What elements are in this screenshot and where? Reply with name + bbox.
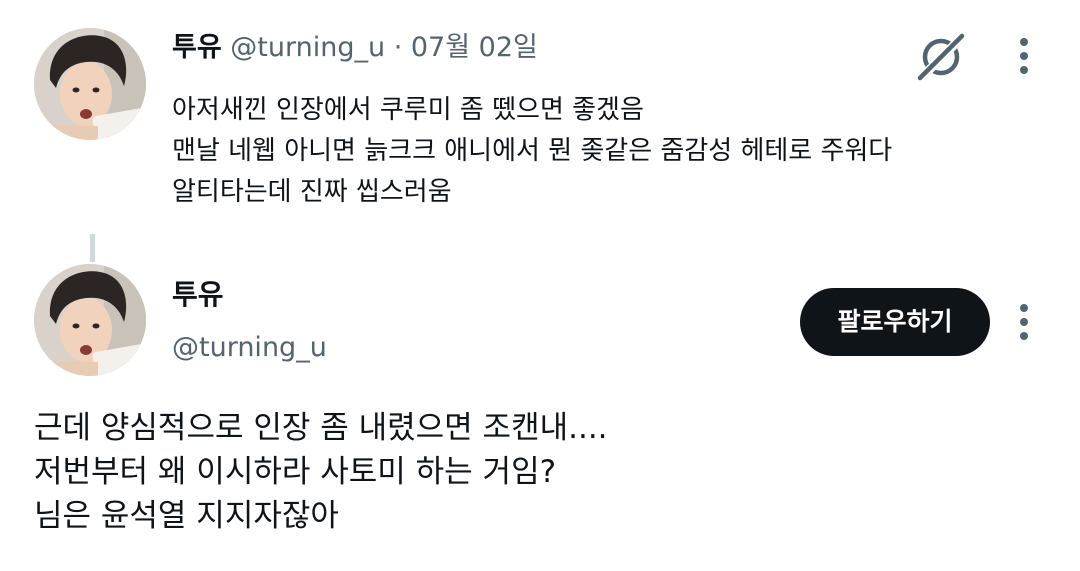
tweet-date[interactable]: 07월 02일: [411, 32, 538, 63]
display-name[interactable]: 투유: [172, 276, 224, 314]
tweet-text-line: 근데 양심적으로 인장 좀 내렸으면 조캔내....: [34, 410, 608, 446]
more-options-icon[interactable]: [1018, 38, 1030, 78]
separator-dot: ·: [393, 32, 403, 63]
avatar-image: [34, 28, 146, 140]
tweet-text-line: 알티타는데 진짜 씹스러움: [172, 177, 452, 207]
follow-button[interactable]: 팔로우하기: [800, 288, 990, 356]
avatar[interactable]: [34, 264, 146, 376]
tweet-text-line: 맨날 네웹 아니면 늙크크 애니에서 뭔 좆같은 줌감성 헤테로 주워다: [172, 136, 893, 166]
display-name[interactable]: 투유: [172, 32, 222, 63]
user-handle[interactable]: @turning_u: [230, 32, 385, 63]
thread-connector-line: [90, 234, 95, 262]
tweet1-text: 아저새낀 인장에서 쿠루미 좀 뗐으면 좋겠음 맨날 네웹 아니면 늙크크 애니…: [172, 90, 892, 213]
tweet2-text: 근데 양심적으로 인장 좀 내렸으면 조캔내.... 저번부터 왜 이시하라 사…: [34, 406, 608, 538]
tweet-text-line: 님은 윤석열 지지자잖아: [34, 498, 339, 534]
more-options-icon[interactable]: [1018, 304, 1030, 344]
tweet1-header: 투유 @turning_u · 07월 02일: [172, 30, 538, 66]
tweet-thread: 투유 @turning_u · 07월 02일 아저새낀 인장에서 쿠루미 좀 …: [0, 0, 1080, 571]
user-handle[interactable]: @turning_u: [172, 330, 327, 366]
grok-icon[interactable]: [914, 30, 968, 84]
tweet-text-line: 아저새낀 인장에서 쿠루미 좀 뗐으면 좋겠음: [172, 95, 644, 125]
tweet-text-line: 저번부터 왜 이시하라 사토미 하는 거임?: [34, 454, 557, 490]
avatar[interactable]: [34, 28, 146, 140]
avatar-image: [34, 264, 146, 376]
